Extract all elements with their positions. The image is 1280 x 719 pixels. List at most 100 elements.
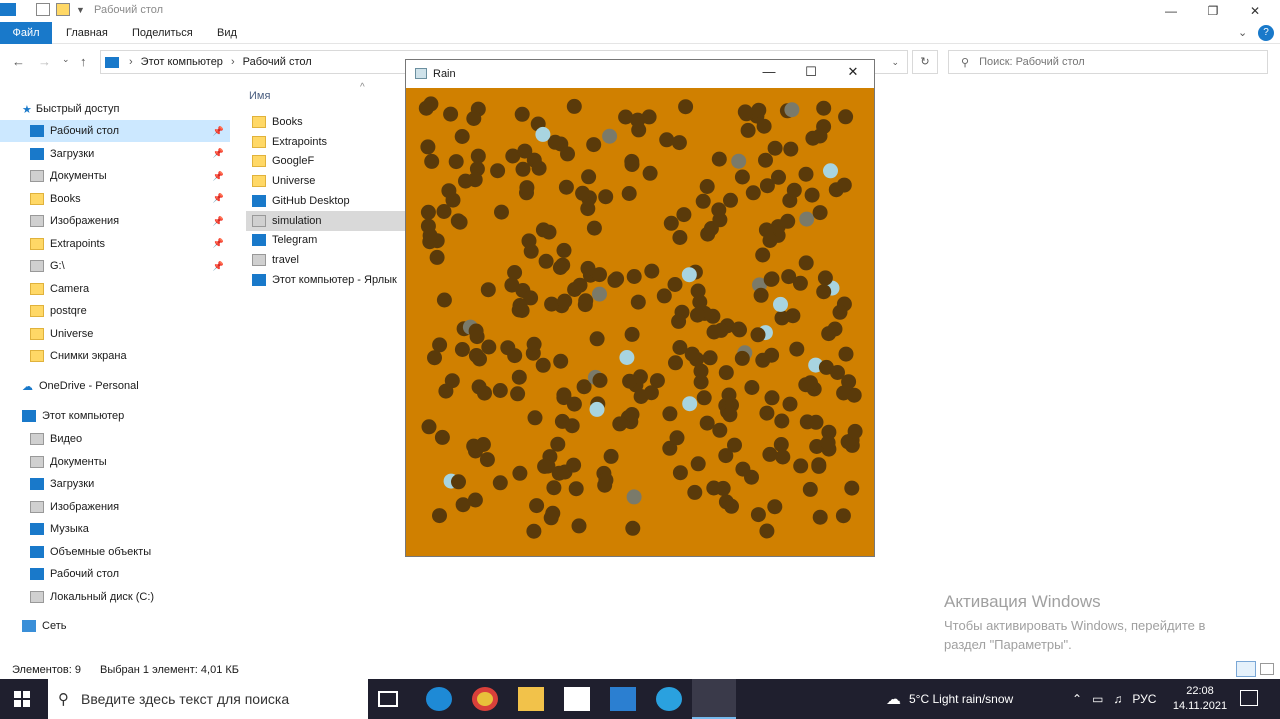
sidebar-item[interactable]: Объемные объекты [0,541,230,563]
weather-widget[interactable]: ☁ 5°C Light rain/snow [886,679,1013,719]
tab-file[interactable]: Файл [0,22,52,44]
sidebar-item[interactable]: Рабочий стол 📌 [0,120,230,142]
pin-icon[interactable]: 📌 [213,216,224,227]
rain-drop [479,452,495,468]
file-item[interactable]: Telegram [246,230,406,250]
rain-drop [737,104,753,120]
tab-home[interactable]: Главная [66,22,108,44]
sidebar-item[interactable]: Локальный диск (C:) [0,586,230,608]
sidebar-item[interactable]: Загрузки 📌 [0,143,230,165]
large-icons-view-button[interactable] [1260,663,1274,675]
rain-drop [662,406,678,422]
sidebar-item[interactable]: Рабочий стол [0,563,230,585]
sidebar-quick-access[interactable]: ★ Быстрый доступ [22,98,252,120]
expand-ribbon-icon[interactable]: ⌄ [1238,22,1247,44]
pin-icon[interactable]: 📌 [213,261,224,272]
sidebar-item[interactable]: Снимки экрана [0,345,230,367]
sidebar-item[interactable]: G:\ 📌 [0,255,230,277]
sidebar-item[interactable]: postqre [0,300,230,322]
rain-canvas[interactable] [406,88,874,556]
close-button[interactable]: ✕ [1236,0,1274,22]
sidebar-item[interactable]: Видео [0,428,230,450]
properties-icon[interactable] [36,3,50,16]
rain-drop [835,508,851,524]
file-item[interactable]: Universe [246,171,406,191]
file-explorer-icon[interactable] [518,687,544,711]
back-icon[interactable]: ← [12,54,25,69]
start-icon[interactable] [14,691,30,707]
rain-maximize-button[interactable]: ☐ [800,64,822,84]
sidebar-item[interactable]: Загрузки [0,473,230,495]
sidebar-item[interactable]: Universe [0,323,230,345]
file-item[interactable]: Этот компьютер - Ярлык [246,270,406,290]
new-folder-icon[interactable] [56,3,70,16]
telegram-icon[interactable] [656,687,682,711]
sidebar-item[interactable]: Books 📌 [0,188,230,210]
clock[interactable]: 22:08 14.11.2021 [1172,684,1228,714]
chrome-icon[interactable] [472,687,498,711]
volume-icon[interactable]: ♫ [1113,692,1122,706]
breadcrumb-desktop[interactable]: Рабочий стол [243,56,312,68]
rain-drop [466,438,482,454]
refresh-button[interactable]: ↻ [912,50,938,74]
search-box[interactable]: ⚲ [948,50,1268,74]
store-icon[interactable] [564,687,590,711]
file-item[interactable]: GoogleF [246,151,406,171]
breadcrumb-this-pc[interactable]: Этот компьютер [141,56,223,68]
pin-icon[interactable]: 📌 [213,238,224,249]
rain-drop [821,326,837,342]
rain-drop [597,477,613,493]
rain-minimize-button[interactable]: — [758,64,780,84]
rain-drop [603,448,619,464]
battery-icon[interactable]: ▭ [1092,692,1103,706]
taskbar-search[interactable]: ⚲ Введите здесь текст для поиска [48,679,368,719]
pin-icon[interactable]: 📌 [213,193,224,204]
tray-up-icon[interactable]: ⌃ [1072,692,1082,706]
customize-arrow-icon[interactable]: ▼ [76,5,85,15]
file-item[interactable]: Extrapoints [246,132,406,152]
tab-share[interactable]: Поделиться [132,22,193,44]
rain-drop [684,346,700,362]
pin-icon[interactable]: 📌 [213,148,224,159]
rain-drop [644,263,660,279]
file-item[interactable]: Books [246,112,406,132]
file-item[interactable]: travel [246,250,406,270]
file-item[interactable]: simulation [246,210,406,231]
sidebar-item[interactable]: Extrapoints 📌 [0,233,230,255]
sidebar-item[interactable]: Документы [0,451,230,473]
java-app-icon[interactable] [692,679,736,719]
maximize-button[interactable]: ❐ [1194,0,1232,22]
column-header-name[interactable]: Имя [249,90,270,102]
taskbar-search-text: Введите здесь текст для поиска [81,691,290,707]
sidebar-item[interactable]: Изображения [0,496,230,518]
tab-view[interactable]: Вид [217,22,237,44]
edge-icon[interactable] [426,687,452,711]
sidebar-item[interactable]: Camera [0,278,230,300]
file-item[interactable]: GitHub Desktop [246,191,406,211]
rain-close-button[interactable]: ✕ [842,64,864,84]
sidebar-this-pc[interactable]: Этот компьютер [22,405,252,427]
minimize-button[interactable]: — [1152,0,1190,22]
task-view-icon[interactable] [378,691,398,707]
sidebar-network[interactable]: Сеть [22,615,252,637]
sidebar-onedrive[interactable]: ☁ OneDrive - Personal [22,375,252,397]
sidebar-item[interactable]: Документы 📌 [0,165,230,187]
notification-icon[interactable] [1240,690,1258,706]
address-dropdown-icon[interactable]: ⌄ [891,57,899,68]
pin-icon[interactable]: 📌 [213,126,224,137]
telegram-icon [252,234,266,247]
rain-title-bar[interactable]: Rain — ☐ ✕ [406,60,874,88]
sidebar-item[interactable]: Изображения 📌 [0,210,230,232]
search-input[interactable] [979,56,1260,68]
up-icon[interactable]: ↑ [80,54,87,69]
forward-icon[interactable]: → [38,54,51,69]
help-icon[interactable]: ? [1258,25,1274,41]
sidebar-item[interactable]: Музыка [0,518,230,540]
mail-icon[interactable] [610,687,636,711]
details-view-button[interactable] [1236,661,1256,677]
sidebar-item-label: Снимки экрана [50,350,127,362]
rain-drop [624,326,640,342]
recent-dropdown-icon[interactable]: ⌄ [62,54,70,65]
language-indicator[interactable]: РУС [1132,692,1156,706]
pin-icon[interactable]: 📌 [213,171,224,182]
